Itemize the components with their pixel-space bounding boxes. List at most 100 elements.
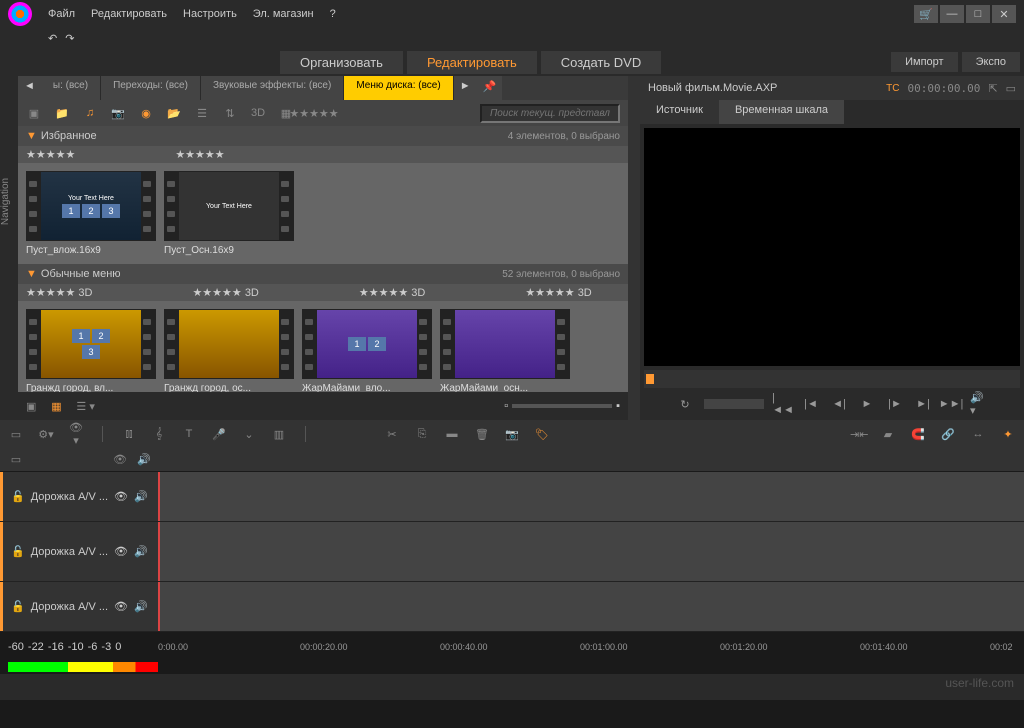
- zoom-in-icon[interactable]: ▪: [616, 400, 620, 412]
- menu-store[interactable]: Эл. магазин: [253, 8, 314, 20]
- track-content[interactable]: [158, 582, 1024, 631]
- fx-icon[interactable]: ✦: [1000, 428, 1016, 441]
- import-button[interactable]: Импорт: [891, 52, 957, 72]
- help-icon[interactable]: ?: [330, 8, 336, 20]
- levels-icon[interactable]: ⫾⫾: [121, 428, 137, 441]
- zoom-slider[interactable]: [512, 404, 612, 408]
- treble-icon[interactable]: 𝄞: [151, 428, 167, 441]
- split-icon[interactable]: ▥: [271, 428, 287, 441]
- photo-icon[interactable]: 📷: [110, 105, 126, 121]
- search-input[interactable]: [480, 104, 620, 123]
- sort-icon[interactable]: ⇅: [222, 105, 238, 121]
- lock-icon[interactable]: 🔓: [11, 600, 25, 613]
- speaker-icon[interactable]: 🔊: [134, 600, 148, 613]
- zoom-out-icon[interactable]: ▫: [504, 400, 508, 412]
- magnet-icon[interactable]: 🧲: [910, 428, 926, 441]
- thumb-item[interactable]: Гранжд город, ос...: [164, 309, 294, 392]
- browser-tab-menu[interactable]: Меню диска: (все): [344, 76, 453, 100]
- vis-icon[interactable]: 👁: [112, 453, 128, 466]
- volume-icon[interactable]: 🔊▾: [970, 395, 988, 413]
- tab-source[interactable]: Источник: [640, 100, 719, 124]
- headers-icon[interactable]: ▭: [8, 453, 24, 466]
- gear-icon[interactable]: ⚙▾: [38, 428, 54, 441]
- tab-next-icon[interactable]: ►: [454, 76, 477, 100]
- 3d-icon[interactable]: 3D: [250, 105, 266, 121]
- track-content[interactable]: [158, 522, 1024, 581]
- lock-icon[interactable]: 🔓: [11, 490, 25, 503]
- trash-icon[interactable]: 🗑: [474, 428, 490, 441]
- thumb-item[interactable]: 123 Гранжд город, вл...: [26, 309, 156, 392]
- trim-icon[interactable]: ⇥⇤: [850, 428, 866, 441]
- menu-file[interactable]: Файл: [48, 8, 75, 20]
- maximize-icon[interactable]: □: [966, 5, 990, 23]
- list-icon[interactable]: ☰: [194, 105, 210, 121]
- folder-icon[interactable]: 📁: [54, 105, 70, 121]
- browser-tab-all[interactable]: ы: (все): [41, 76, 101, 100]
- redo-icon[interactable]: ↷: [65, 32, 74, 45]
- lock-icon[interactable]: 🔓: [11, 545, 25, 558]
- rating-icon[interactable]: ★★★★★: [306, 105, 322, 121]
- eye-icon[interactable]: 👁: [114, 490, 128, 503]
- music-icon[interactable]: ♫: [82, 105, 98, 121]
- title-icon[interactable]: T: [181, 428, 197, 440]
- goto-end-icon[interactable]: ►►|: [942, 395, 960, 413]
- link-icon[interactable]: 🔗: [940, 428, 956, 441]
- next-icon[interactable]: ►|: [914, 395, 932, 413]
- tab-prev-icon[interactable]: ◄: [18, 76, 41, 100]
- speaker-icon[interactable]: 🔊: [134, 545, 148, 558]
- browser-tab-transitions[interactable]: Переходы: (все): [101, 76, 201, 100]
- step-back-icon[interactable]: ◄|: [830, 395, 848, 413]
- loop-icon[interactable]: ↻: [676, 395, 694, 413]
- grid-view-icon[interactable]: ▦: [48, 400, 64, 413]
- popout-icon[interactable]: ⇱: [988, 82, 997, 95]
- eye-icon[interactable]: 👁▾: [68, 421, 84, 447]
- storyboard-icon[interactable]: ▭: [8, 428, 24, 441]
- marker2-icon[interactable]: 🏷: [534, 428, 550, 441]
- goto-start-icon[interactable]: |◄◄: [774, 395, 792, 413]
- clip-icon[interactable]: ▬: [444, 428, 460, 440]
- mic-icon[interactable]: 🎤: [211, 428, 227, 441]
- cart-icon[interactable]: 🛒: [914, 5, 938, 23]
- browser-scrollbar[interactable]: [628, 76, 640, 420]
- eye-icon[interactable]: 👁: [114, 600, 128, 613]
- media-icon[interactable]: ▣: [26, 105, 42, 121]
- close-icon[interactable]: ✕: [992, 5, 1016, 23]
- menu-setup[interactable]: Настроить: [183, 8, 237, 20]
- minimize-icon[interactable]: —: [940, 5, 964, 23]
- browser-tab-sounds[interactable]: Звуковые эффекты: (все): [201, 76, 344, 100]
- section-favorites[interactable]: ▼ Избранное 4 элементов, 0 выбрано: [18, 126, 628, 146]
- thumb-item[interactable]: Your Text Here123 Пуст_влож.16x9: [26, 171, 156, 256]
- jog-wheel[interactable]: [704, 399, 764, 409]
- cut-icon[interactable]: ⎘: [414, 428, 430, 441]
- eye-icon[interactable]: 👁: [114, 545, 128, 558]
- tab-timeline[interactable]: Временная шкала: [719, 100, 844, 124]
- fullscreen-icon[interactable]: ▭: [1006, 82, 1016, 95]
- audio-icon[interactable]: 🔊: [136, 453, 152, 466]
- snapshot-icon[interactable]: 📷: [504, 428, 520, 441]
- thumb-item[interactable]: ЖарМайами_осн...: [440, 309, 570, 392]
- thumb-item[interactable]: 12 ЖарМайами_вло...: [302, 309, 432, 392]
- open-icon[interactable]: 📂: [166, 105, 182, 121]
- disc-icon[interactable]: ◉: [138, 105, 154, 121]
- tab-dvd[interactable]: Создать DVD: [541, 51, 661, 74]
- marker-icon[interactable]: ⌄: [241, 428, 257, 441]
- export-button[interactable]: Экспо: [962, 52, 1020, 72]
- undo-icon[interactable]: ↶: [48, 32, 57, 45]
- track-content[interactable]: [158, 472, 1024, 521]
- step-fwd-icon[interactable]: |►: [886, 395, 904, 413]
- menu-edit[interactable]: Редактировать: [91, 8, 167, 20]
- razor-icon[interactable]: ✂: [384, 428, 400, 441]
- sync-icon[interactable]: ↔: [970, 428, 986, 441]
- prev-icon[interactable]: |◄: [802, 395, 820, 413]
- tab-pin-icon[interactable]: 📌: [477, 76, 503, 100]
- section-regular[interactable]: ▼ Обычные меню 52 элементов, 0 выбрано: [18, 264, 628, 284]
- list-view-icon[interactable]: ☰ ▾: [76, 400, 94, 413]
- scrubber[interactable]: [644, 370, 1020, 388]
- thumb-item[interactable]: Your Text Here Пуст_Осн.16x9: [164, 171, 294, 256]
- speaker-icon[interactable]: 🔊: [134, 490, 148, 503]
- tab-edit[interactable]: Редактировать: [407, 51, 537, 74]
- tab-organize[interactable]: Организовать: [280, 51, 403, 74]
- play-icon[interactable]: ►: [858, 395, 876, 413]
- layers-icon[interactable]: ▣: [26, 400, 36, 413]
- ripple-icon[interactable]: ▰: [880, 428, 896, 441]
